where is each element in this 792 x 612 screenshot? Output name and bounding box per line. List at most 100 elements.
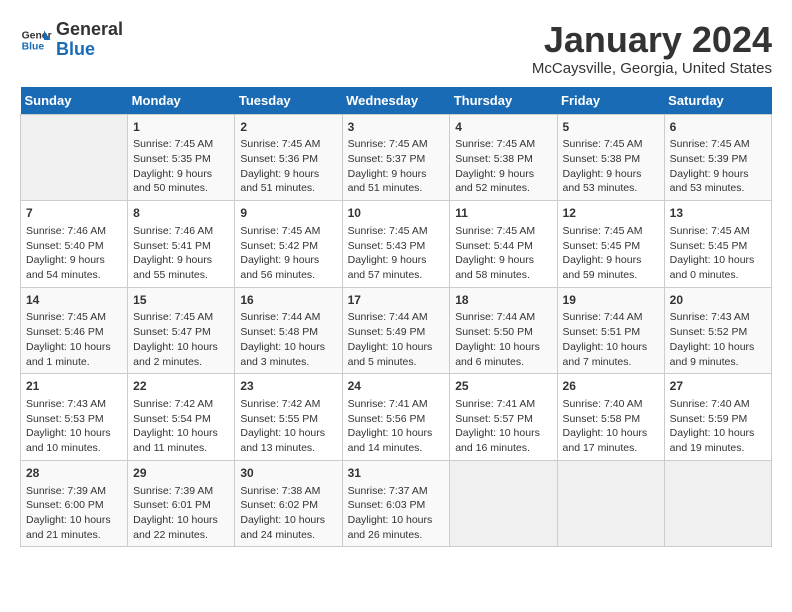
day-info: Sunrise: 7:45 AMSunset: 5:44 PMDaylight:… xyxy=(455,224,551,283)
calendar-table: SundayMondayTuesdayWednesdayThursdayFrid… xyxy=(20,87,772,548)
day-number: 6 xyxy=(670,119,766,136)
calendar-cell xyxy=(21,114,128,201)
calendar-week-row: 7Sunrise: 7:46 AMSunset: 5:40 PMDaylight… xyxy=(21,201,772,288)
header-monday: Monday xyxy=(128,87,235,115)
day-number: 22 xyxy=(133,378,229,395)
day-info: Sunrise: 7:40 AMSunset: 5:58 PMDaylight:… xyxy=(563,397,659,456)
day-number: 24 xyxy=(348,378,445,395)
day-number: 3 xyxy=(348,119,445,136)
day-number: 13 xyxy=(670,205,766,222)
calendar-cell: 23 Sunrise: 7:42 AMSunset: 5:55 PMDayligh… xyxy=(235,374,342,461)
day-number: 10 xyxy=(348,205,445,222)
day-number: 8 xyxy=(133,205,229,222)
day-info: Sunrise: 7:40 AMSunset: 5:59 PMDaylight:… xyxy=(670,397,766,456)
day-number: 2 xyxy=(240,119,336,136)
calendar-cell: 31 Sunrise: 7:37 AMSunset: 6:03 PMDayligh… xyxy=(342,460,450,547)
day-info: Sunrise: 7:45 AMSunset: 5:45 PMDaylight:… xyxy=(670,224,766,283)
header-saturday: Saturday xyxy=(664,87,771,115)
calendar-header-row: SundayMondayTuesdayWednesdayThursdayFrid… xyxy=(21,87,772,115)
day-number: 9 xyxy=(240,205,336,222)
calendar-cell: 10 Sunrise: 7:45 AMSunset: 5:43 PMDayligh… xyxy=(342,201,450,288)
calendar-cell: 2Sunrise: 7:45 AMSunset: 5:36 PMDaylight… xyxy=(235,114,342,201)
calendar-cell: 15Sunrise: 7:45 AMSunset: 5:47 PMDayligh… xyxy=(128,287,235,374)
calendar-cell: 9 Sunrise: 7:45 AMSunset: 5:42 PMDaylight… xyxy=(235,201,342,288)
calendar-cell: 19Sunrise: 7:44 AMSunset: 5:51 PMDayligh… xyxy=(557,287,664,374)
calendar-cell: 27 Sunrise: 7:40 AMSunset: 5:59 PMDayligh… xyxy=(664,374,771,461)
header-friday: Friday xyxy=(557,87,664,115)
day-number: 30 xyxy=(240,465,336,482)
day-info: Sunrise: 7:42 AMSunset: 5:55 PMDaylight:… xyxy=(240,397,336,456)
calendar-cell: 17Sunrise: 7:44 AMSunset: 5:49 PMDayligh… xyxy=(342,287,450,374)
calendar-cell: 5Sunrise: 7:45 AMSunset: 5:38 PMDaylight… xyxy=(557,114,664,201)
day-info: Sunrise: 7:45 AMSunset: 5:42 PMDaylight:… xyxy=(240,224,336,283)
day-number: 20 xyxy=(670,292,766,309)
day-info: Sunrise: 7:41 AMSunset: 5:57 PMDaylight:… xyxy=(455,397,551,456)
calendar-cell: 7Sunrise: 7:46 AMSunset: 5:40 PMDaylight… xyxy=(21,201,128,288)
day-info: Sunrise: 7:45 AMSunset: 5:38 PMDaylight:… xyxy=(563,137,659,196)
day-info: Sunrise: 7:45 AMSunset: 5:46 PMDaylight:… xyxy=(26,310,122,369)
calendar-cell: 30Sunrise: 7:38 AMSunset: 6:02 PMDayligh… xyxy=(235,460,342,547)
day-info: Sunrise: 7:42 AMSunset: 5:54 PMDaylight:… xyxy=(133,397,229,456)
day-info: Sunrise: 7:45 AMSunset: 5:35 PMDaylight:… xyxy=(133,137,229,196)
day-info: Sunrise: 7:45 AMSunset: 5:37 PMDaylight:… xyxy=(348,137,445,196)
calendar-cell xyxy=(450,460,557,547)
page-header: General Blue General Blue January 2024 M… xyxy=(20,20,772,77)
day-number: 19 xyxy=(563,292,659,309)
day-number: 12 xyxy=(563,205,659,222)
day-number: 14 xyxy=(26,292,122,309)
calendar-subtitle: McCaysville, Georgia, United States xyxy=(532,60,772,77)
day-number: 31 xyxy=(348,465,445,482)
calendar-cell: 16Sunrise: 7:44 AMSunset: 5:48 PMDayligh… xyxy=(235,287,342,374)
title-block: January 2024 McCaysville, Georgia, Unite… xyxy=(532,20,772,77)
day-number: 7 xyxy=(26,205,122,222)
day-info: Sunrise: 7:43 AMSunset: 5:52 PMDaylight:… xyxy=(670,310,766,369)
calendar-week-row: 21 Sunrise: 7:43 AMSunset: 5:53 PMDayligh… xyxy=(21,374,772,461)
day-number: 11 xyxy=(455,205,551,222)
day-info: Sunrise: 7:44 AMSunset: 5:50 PMDaylight:… xyxy=(455,310,551,369)
calendar-week-row: 28Sunrise: 7:39 AMSunset: 6:00 PMDayligh… xyxy=(21,460,772,547)
logo-icon: General Blue xyxy=(20,24,52,56)
day-info: Sunrise: 7:37 AMSunset: 6:03 PMDaylight:… xyxy=(348,484,445,543)
calendar-cell: 22 Sunrise: 7:42 AMSunset: 5:54 PMDayligh… xyxy=(128,374,235,461)
calendar-cell: 25Sunrise: 7:41 AMSunset: 5:57 PMDayligh… xyxy=(450,374,557,461)
day-info: Sunrise: 7:43 AMSunset: 5:53 PMDaylight:… xyxy=(26,397,122,456)
day-number: 27 xyxy=(670,378,766,395)
day-info: Sunrise: 7:45 AMSunset: 5:39 PMDaylight:… xyxy=(670,137,766,196)
day-number: 18 xyxy=(455,292,551,309)
calendar-cell: 11 Sunrise: 7:45 AMSunset: 5:44 PMDayligh… xyxy=(450,201,557,288)
day-number: 5 xyxy=(563,119,659,136)
day-info: Sunrise: 7:45 AMSunset: 5:38 PMDaylight:… xyxy=(455,137,551,196)
calendar-cell: 8 Sunrise: 7:46 AMSunset: 5:41 PMDaylight… xyxy=(128,201,235,288)
day-info: Sunrise: 7:39 AMSunset: 6:01 PMDaylight:… xyxy=(133,484,229,543)
calendar-cell: 26 Sunrise: 7:40 AMSunset: 5:58 PMDayligh… xyxy=(557,374,664,461)
calendar-cell: 14Sunrise: 7:45 AMSunset: 5:46 PMDayligh… xyxy=(21,287,128,374)
calendar-week-row: 14Sunrise: 7:45 AMSunset: 5:46 PMDayligh… xyxy=(21,287,772,374)
day-info: Sunrise: 7:44 AMSunset: 5:51 PMDaylight:… xyxy=(563,310,659,369)
calendar-cell: 20Sunrise: 7:43 AMSunset: 5:52 PMDayligh… xyxy=(664,287,771,374)
day-number: 26 xyxy=(563,378,659,395)
day-info: Sunrise: 7:45 AMSunset: 5:45 PMDaylight:… xyxy=(563,224,659,283)
calendar-cell: 21 Sunrise: 7:43 AMSunset: 5:53 PMDayligh… xyxy=(21,374,128,461)
calendar-cell: 29 Sunrise: 7:39 AMSunset: 6:01 PMDayligh… xyxy=(128,460,235,547)
day-number: 16 xyxy=(240,292,336,309)
calendar-week-row: 1Sunrise: 7:45 AMSunset: 5:35 PMDaylight… xyxy=(21,114,772,201)
day-info: Sunrise: 7:41 AMSunset: 5:56 PMDaylight:… xyxy=(348,397,445,456)
day-info: Sunrise: 7:45 AMSunset: 5:43 PMDaylight:… xyxy=(348,224,445,283)
day-number: 17 xyxy=(348,292,445,309)
header-tuesday: Tuesday xyxy=(235,87,342,115)
day-number: 23 xyxy=(240,378,336,395)
day-info: Sunrise: 7:44 AMSunset: 5:48 PMDaylight:… xyxy=(240,310,336,369)
day-info: Sunrise: 7:46 AMSunset: 5:41 PMDaylight:… xyxy=(133,224,229,283)
day-number: 1 xyxy=(133,119,229,136)
day-number: 21 xyxy=(26,378,122,395)
calendar-cell: 13 Sunrise: 7:45 AMSunset: 5:45 PMDayligh… xyxy=(664,201,771,288)
logo-text: General Blue xyxy=(56,20,123,60)
calendar-cell: 6Sunrise: 7:45 AMSunset: 5:39 PMDaylight… xyxy=(664,114,771,201)
header-thursday: Thursday xyxy=(450,87,557,115)
calendar-cell: 1Sunrise: 7:45 AMSunset: 5:35 PMDaylight… xyxy=(128,114,235,201)
logo: General Blue General Blue xyxy=(20,20,123,60)
header-sunday: Sunday xyxy=(21,87,128,115)
day-number: 29 xyxy=(133,465,229,482)
calendar-cell: 4Sunrise: 7:45 AMSunset: 5:38 PMDaylight… xyxy=(450,114,557,201)
day-info: Sunrise: 7:39 AMSunset: 6:00 PMDaylight:… xyxy=(26,484,122,543)
